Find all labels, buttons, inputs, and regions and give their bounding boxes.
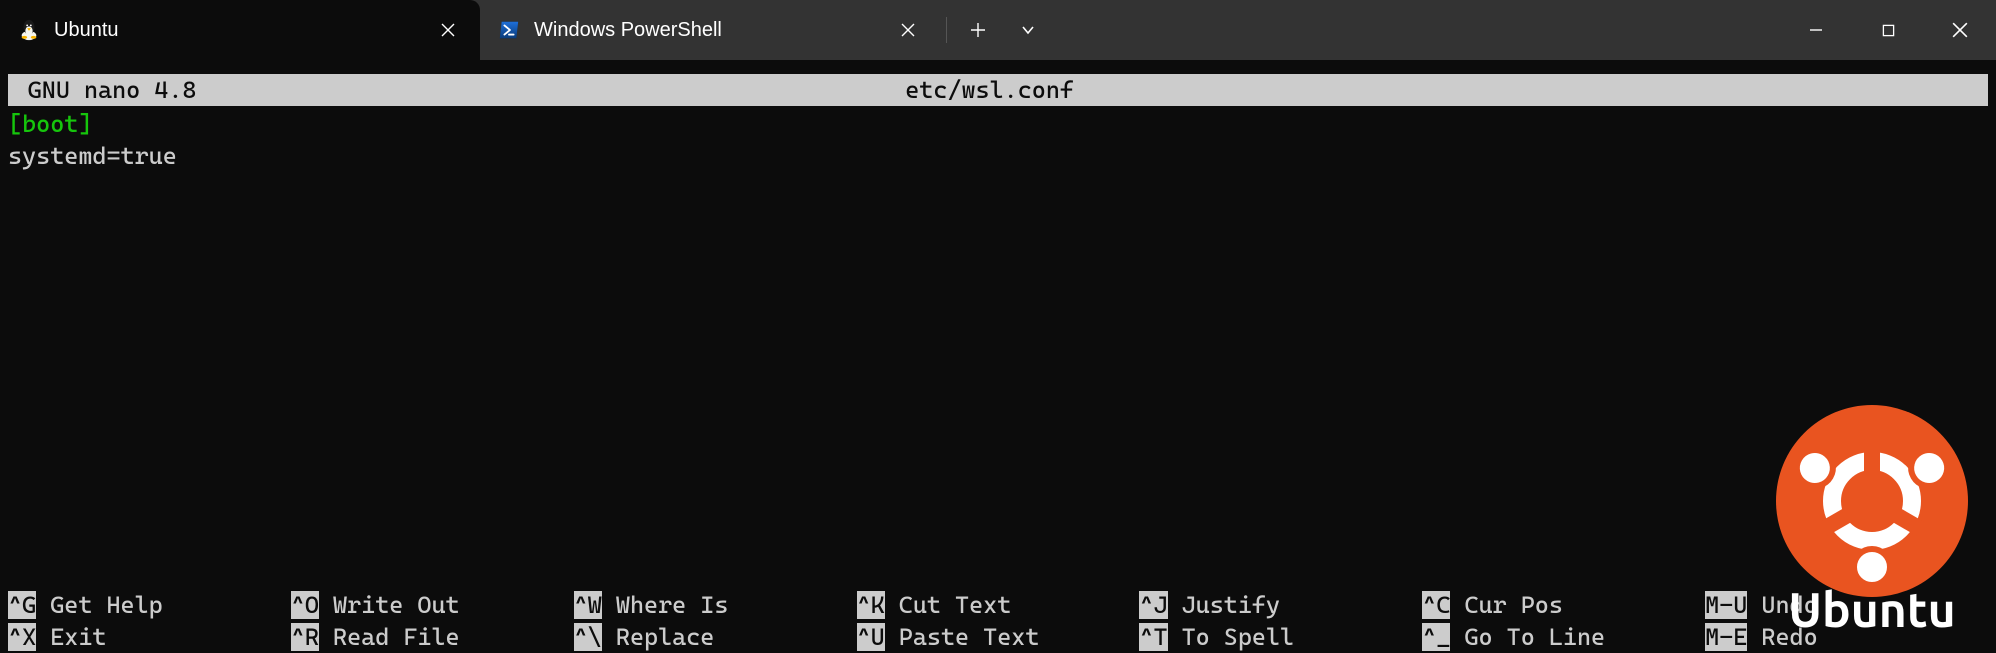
titlebar-drag-area[interactable]: [1053, 0, 1780, 60]
window-controls: [1780, 0, 1996, 60]
minimize-button[interactable]: [1780, 0, 1852, 60]
terminal-area[interactable]: GNU nano 4.8 etc/wsl.conf [boot] systemd…: [0, 68, 1996, 653]
shortcut-paste-text: ^U Paste Text: [857, 621, 1140, 653]
tab-divider: [946, 17, 947, 43]
tab-title: Ubuntu: [54, 19, 420, 42]
tab-powershell[interactable]: Windows PowerShell: [480, 0, 940, 60]
shortcut-justify: ^J Justify: [1139, 589, 1422, 621]
tux-icon: [18, 19, 40, 41]
nano-title-bar: GNU nano 4.8 etc/wsl.conf: [8, 74, 1988, 106]
editor-line-section: [boot]: [8, 108, 1988, 140]
shortcut-to-spell: ^T To Spell: [1139, 621, 1422, 653]
title-bar: Ubuntu Windows PowerShell: [0, 0, 1996, 60]
tab-dropdown-button[interactable]: [1003, 0, 1053, 60]
close-icon[interactable]: [434, 16, 462, 44]
shortcut-cur-pos: ^C Cur Pos: [1422, 589, 1705, 621]
shortcut-go-to-line: ^_ Go To Line: [1422, 621, 1705, 653]
editor-line: systemd=true: [8, 140, 1988, 172]
close-icon[interactable]: [894, 16, 922, 44]
shortcut-redo: M-E Redo: [1705, 621, 1988, 653]
shortcut-cut-text: ^K Cut Text: [857, 589, 1140, 621]
shortcut-where-is: ^W Where Is: [574, 589, 857, 621]
nano-shortcuts: ^G Get Help ^O Write Out ^W Where Is ^K …: [8, 589, 1988, 653]
shortcut-replace: ^\ Replace: [574, 621, 857, 653]
nano-editor-body[interactable]: [boot] systemd=true: [8, 106, 1988, 172]
powershell-icon: [498, 19, 520, 41]
nano-file-path: etc/wsl.conf: [196, 74, 1782, 106]
maximize-button[interactable]: [1852, 0, 1924, 60]
tab-ubuntu[interactable]: Ubuntu: [0, 0, 480, 60]
shortcut-read-file: ^R Read File: [291, 621, 574, 653]
tab-title: Windows PowerShell: [534, 19, 880, 42]
shortcut-write-out: ^O Write Out: [291, 589, 574, 621]
nano-app-title: GNU nano 4.8: [16, 74, 196, 106]
shortcut-undo: M-U Undo: [1705, 589, 1988, 621]
shortcut-get-help: ^G Get Help: [8, 589, 291, 621]
close-window-button[interactable]: [1924, 0, 1996, 60]
new-tab-button[interactable]: [953, 0, 1003, 60]
shortcut-exit: ^X Exit: [8, 621, 291, 653]
